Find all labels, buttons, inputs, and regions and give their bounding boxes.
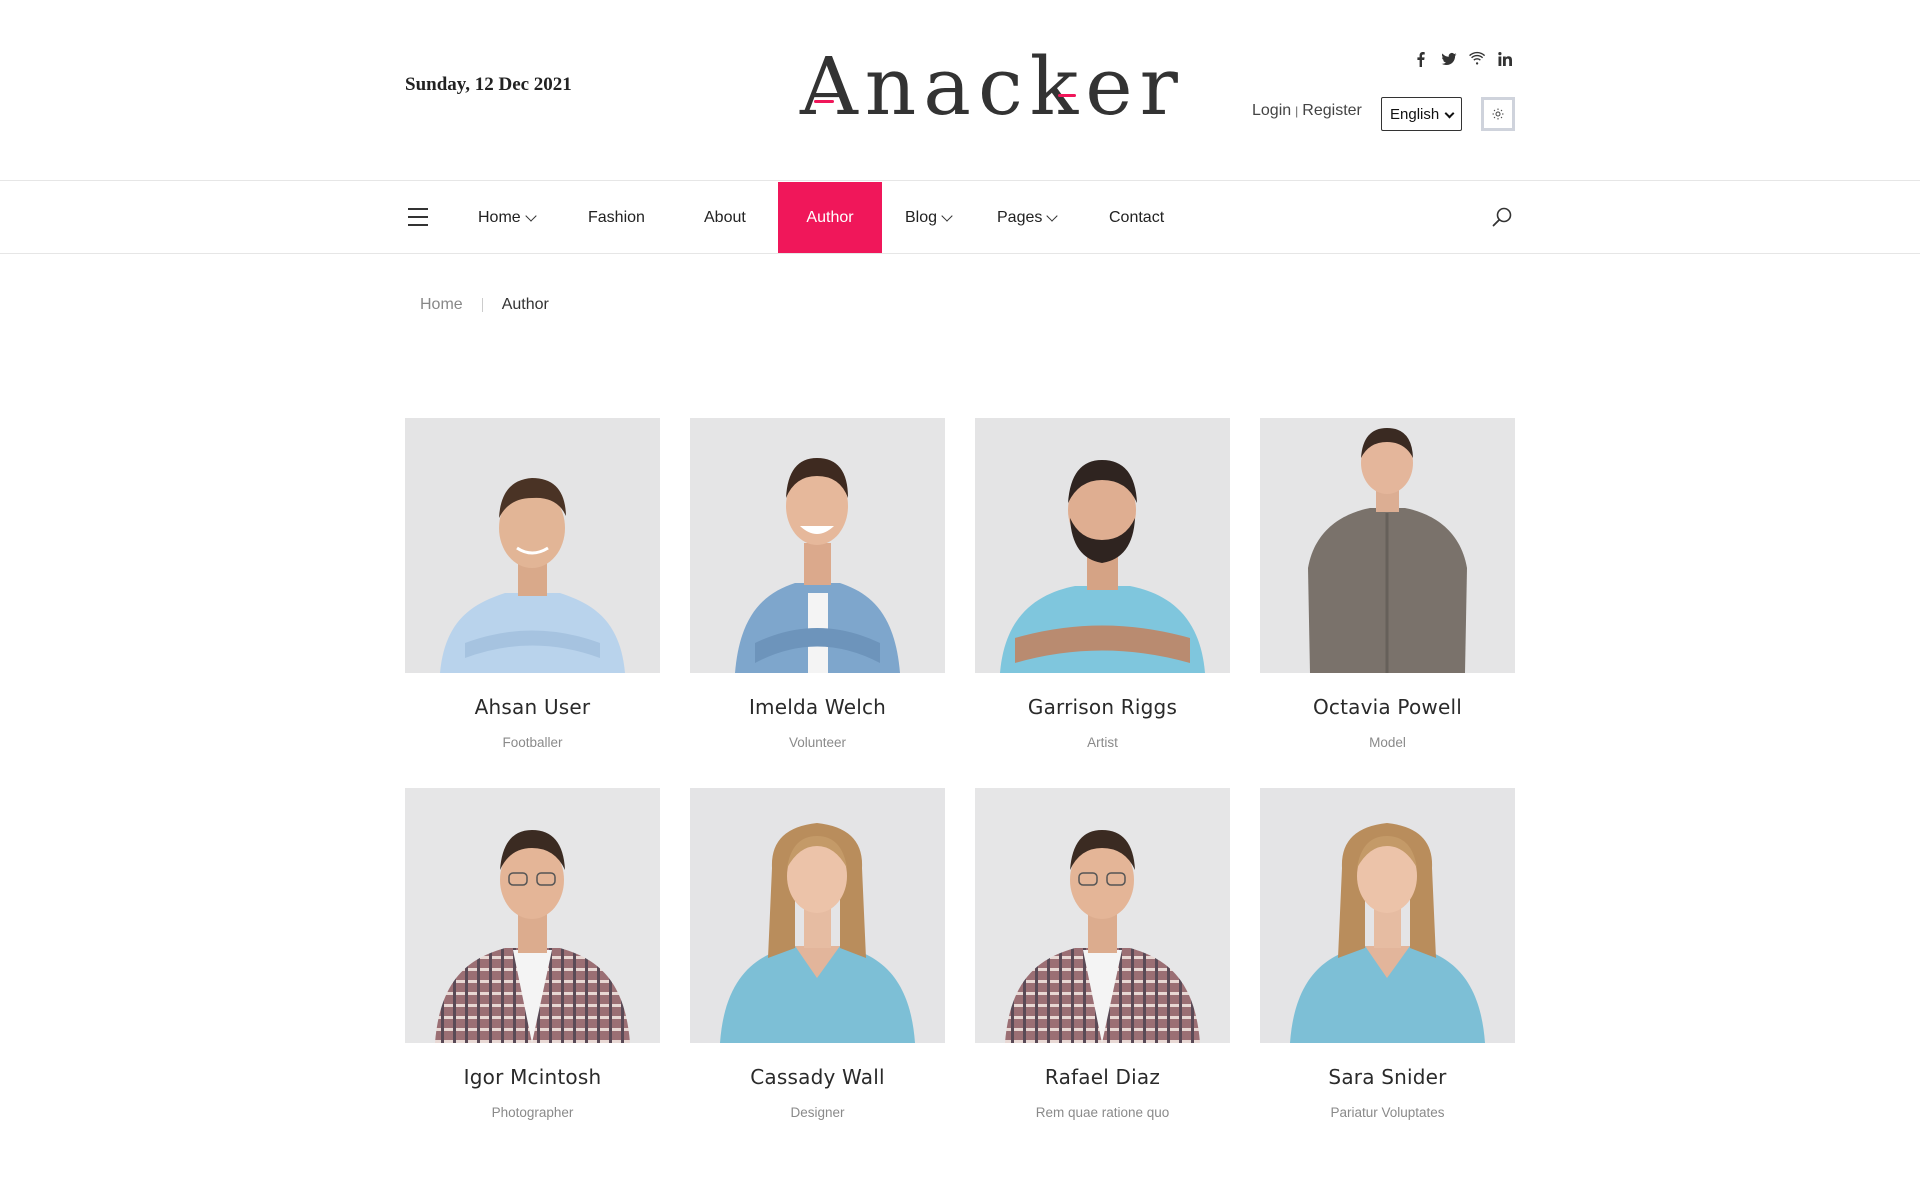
nav-item-about[interactable]: About [704, 182, 746, 253]
logo-accent-mark [1058, 94, 1076, 97]
logo-accent-mark [814, 100, 834, 103]
author-card[interactable]: Sara Snider Pariatur Voluptates [1260, 788, 1515, 1158]
sun-icon [1492, 108, 1504, 120]
author-name[interactable]: Octavia Powell [1260, 695, 1515, 719]
author-role: Model [1369, 735, 1406, 750]
author-photo[interactable] [1260, 788, 1515, 1043]
author-role: Photographer [491, 1105, 574, 1120]
author-name[interactable]: Sara Snider [1260, 1065, 1515, 1089]
author-role: Artist [1087, 735, 1118, 750]
social-links [1412, 50, 1514, 68]
facebook-icon[interactable] [1412, 50, 1430, 68]
author-photo[interactable] [690, 418, 945, 673]
nav-item-blog[interactable]: Blog [905, 182, 953, 253]
language-select[interactable]: English [1381, 97, 1462, 131]
author-photo[interactable] [690, 788, 945, 1043]
breadcrumb-separator [481, 298, 483, 312]
author-grid: Ahsan User Footballer Imelda Welch Volun… [405, 418, 1515, 1158]
author-name[interactable]: Imelda Welch [690, 695, 945, 719]
site-logo[interactable]: Anacker [800, 42, 1178, 132]
author-role: Rem quae ratione quo [1035, 1105, 1170, 1120]
author-photo[interactable] [405, 418, 660, 673]
author-role: Volunteer [788, 735, 847, 750]
author-photo[interactable] [405, 788, 660, 1043]
current-date: Sunday, 12 Dec 2021 [405, 74, 572, 95]
author-role: Pariatur Voluptates [1330, 1105, 1445, 1120]
author-photo[interactable] [975, 418, 1230, 673]
chevron-down-icon [941, 209, 953, 222]
twitter-icon[interactable] [1440, 50, 1458, 68]
author-role: Footballer [502, 735, 563, 750]
nav-item-contact[interactable]: Contact [1109, 182, 1164, 253]
wifi-icon[interactable] [1468, 50, 1486, 68]
chevron-down-icon [1046, 209, 1059, 222]
nav-item-pages[interactable]: Pages [997, 182, 1059, 253]
author-card[interactable]: Cassady Wall Designer [690, 788, 945, 1158]
breadcrumb-home-link[interactable]: Home [420, 296, 463, 314]
search-icon[interactable] [1490, 206, 1514, 230]
main-nav: Home Fashion About Author Blog Pages Con… [0, 182, 1920, 254]
author-name[interactable]: Garrison Riggs [975, 695, 1230, 719]
breadcrumb-current: Author [501, 296, 549, 313]
theme-toggle-button[interactable] [1481, 97, 1515, 131]
chevron-down-icon [1444, 108, 1455, 119]
author-photo[interactable] [1260, 418, 1515, 673]
author-card[interactable]: Octavia Powell Model [1260, 418, 1515, 788]
author-card[interactable]: Igor Mcintosh Photographer [405, 788, 660, 1158]
auth-links: Login | Register [1252, 102, 1362, 120]
linkedin-icon[interactable] [1496, 50, 1514, 68]
register-link[interactable]: Register [1302, 102, 1362, 120]
author-name[interactable]: Rafael Diaz [975, 1065, 1230, 1089]
site-header: Sunday, 12 Dec 2021 Anacker Login | Regi… [0, 0, 1920, 181]
author-card[interactable]: Imelda Welch Volunteer [690, 418, 945, 788]
login-link[interactable]: Login [1252, 102, 1291, 120]
nav-item-home[interactable]: Home [478, 182, 537, 253]
author-name[interactable]: Ahsan User [405, 695, 660, 719]
author-card[interactable]: Ahsan User Footballer [405, 418, 660, 788]
author-photo[interactable] [975, 788, 1230, 1043]
nav-item-author[interactable]: Author [778, 182, 882, 253]
auth-separator: | [1295, 104, 1299, 118]
breadcrumb: Home Author [420, 296, 549, 314]
author-card[interactable]: Rafael Diaz Rem quae ratione quo [975, 788, 1230, 1158]
menu-icon[interactable] [408, 208, 428, 226]
nav-item-fashion[interactable]: Fashion [588, 182, 645, 253]
author-card[interactable]: Garrison Riggs Artist [975, 418, 1230, 788]
author-role: Designer [790, 1105, 845, 1120]
author-name[interactable]: Cassady Wall [690, 1065, 945, 1089]
author-name[interactable]: Igor Mcintosh [405, 1065, 660, 1089]
chevron-down-icon [525, 209, 537, 222]
